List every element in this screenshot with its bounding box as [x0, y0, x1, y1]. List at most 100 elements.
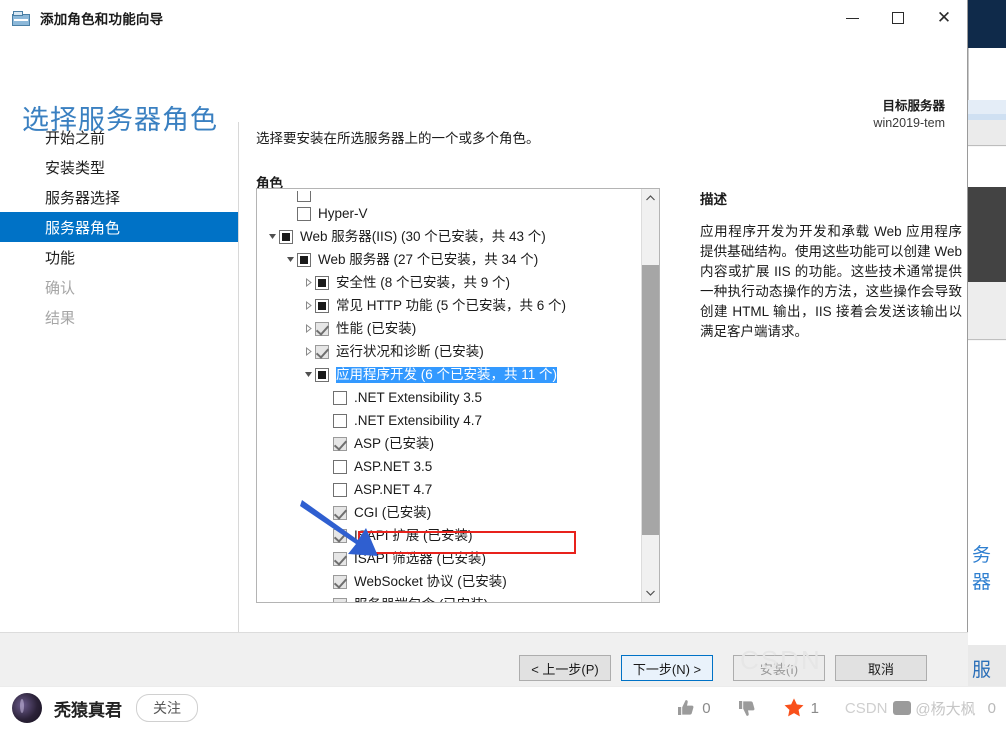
- comment-icon[interactable]: [893, 701, 912, 715]
- checkbox-mixed[interactable]: [315, 275, 329, 290]
- checkbox-checked[interactable]: [333, 551, 347, 566]
- tree-row[interactable]: [257, 191, 641, 202]
- nav-item-0[interactable]: 开始之前: [0, 122, 238, 152]
- expander-collapsed-icon[interactable]: [301, 301, 315, 310]
- nav-item-2[interactable]: 服务器选择: [0, 182, 238, 212]
- install-button[interactable]: 安装(I): [733, 655, 825, 681]
- tree-row-label: .NET Extensibility 4.7: [354, 412, 483, 428]
- checkbox-unchecked[interactable]: [333, 413, 347, 428]
- description-text: 应用程序开发为开发和承载 Web 应用程序提供基础结构。使用这些功能可以创建 W…: [700, 224, 962, 339]
- tree-row[interactable]: ASP.NET 4.7: [257, 478, 641, 501]
- tree-scrollbar[interactable]: [641, 189, 659, 602]
- checkbox-mixed[interactable]: [297, 252, 311, 267]
- dialog-body: 开始之前 安装类型 服务器选择 服务器角色 功能 确认 结果 选择要安装在所选服务器上的一个…: [0, 122, 967, 640]
- expander-expanded-icon[interactable]: [283, 255, 297, 264]
- checkbox-checked[interactable]: [315, 321, 329, 336]
- background-dark-block: [968, 187, 1006, 282]
- cancel-button[interactable]: 取消: [835, 655, 927, 681]
- checkbox-checked[interactable]: [333, 505, 347, 520]
- wizard-icon: [12, 10, 30, 26]
- checkbox-checked[interactable]: [333, 436, 347, 451]
- tree-row[interactable]: Hyper-V: [257, 202, 641, 225]
- checkbox-checked[interactable]: [333, 528, 347, 543]
- thumbs-up-icon[interactable]: [676, 698, 696, 718]
- main-content: 选择要安装在所选服务器上的一个或多个角色。 角色 Hyper-V Web 服务器(…: [256, 122, 962, 640]
- checkbox-checked[interactable]: [333, 597, 347, 602]
- checkbox-checked[interactable]: [333, 574, 347, 589]
- expander-collapsed-icon[interactable]: [301, 324, 315, 333]
- tree-row[interactable]: 安全性 (8 个已安装，共 9 个): [257, 271, 641, 294]
- checkbox-unchecked[interactable]: [333, 390, 347, 405]
- tree-row[interactable]: 常见 HTTP 功能 (5 个已安装，共 6 个): [257, 294, 641, 317]
- nav-item-label: 结果: [45, 309, 76, 327]
- favorite-group[interactable]: 1: [783, 697, 819, 719]
- target-server-label: 目标服务器: [882, 99, 945, 113]
- tree-row-label: 运行状况和诊断 (已安装): [336, 343, 484, 359]
- tree-row-label: 性能 (已安装): [336, 320, 417, 336]
- tree-row-label: Hyper-V: [318, 205, 368, 221]
- tree-row[interactable]: .NET Extensibility 4.7: [257, 409, 641, 432]
- tree-row-label: 服务器端包含 (已安装): [354, 597, 488, 603]
- add-roles-wizard-dialog: 添加角色和功能向导 ✕ 选择服务器角色 目标服务器 win2019-tem 开始…: [0, 0, 968, 710]
- nav-item-1[interactable]: 安装类型: [0, 152, 238, 182]
- background-white-2: [968, 341, 1006, 686]
- avatar[interactable]: [12, 693, 42, 723]
- dialog-footer: < 上一步(P) 下一步(N) > 安装(I) 取消: [0, 632, 968, 686]
- tree-row-label: 应用程序开发 (6 个已安装，共 11 个): [336, 366, 558, 383]
- nav-item-4[interactable]: 功能: [0, 242, 238, 272]
- checkbox-unchecked[interactable]: [297, 191, 311, 202]
- tree-row[interactable]: ISAPI 扩展 (已安装): [257, 524, 641, 547]
- background-white-1: [968, 147, 1006, 187]
- thumbs-down-icon[interactable]: [737, 698, 757, 718]
- tree-row[interactable]: ASP.NET 3.5: [257, 455, 641, 478]
- tree-row-label: ISAPI 筛选器 (已安装): [354, 550, 487, 566]
- checkbox-unchecked[interactable]: [333, 459, 347, 474]
- follow-button[interactable]: 关注: [136, 694, 198, 722]
- scroll-down-icon[interactable]: [642, 584, 659, 602]
- tree-row[interactable]: 应用程序开发 (6 个已安装，共 11 个): [257, 363, 641, 386]
- dislike-group[interactable]: [737, 698, 757, 718]
- checkbox-unchecked[interactable]: [333, 482, 347, 497]
- scrollbar-thumb[interactable]: [642, 265, 659, 535]
- checkbox-mixed[interactable]: [315, 298, 329, 313]
- nav-item-6: 结果: [0, 302, 238, 332]
- tree-row[interactable]: CGI (已安装): [257, 501, 641, 524]
- tree-row[interactable]: WebSocket 协议 (已安装): [257, 570, 641, 593]
- checkbox-mixed[interactable]: [315, 367, 329, 382]
- maximize-button[interactable]: [875, 0, 921, 36]
- star-icon[interactable]: [783, 697, 805, 719]
- next-button[interactable]: 下一步(N) >: [621, 655, 713, 681]
- close-button[interactable]: ✕: [921, 0, 967, 36]
- checkbox-unchecked[interactable]: [297, 206, 311, 221]
- scroll-up-icon[interactable]: [642, 189, 659, 207]
- title-bar: 添加角色和功能向导 ✕: [0, 0, 967, 36]
- background-light-block: [968, 282, 1006, 340]
- expander-collapsed-icon[interactable]: [301, 347, 315, 356]
- tree-row-label: 安全性 (8 个已安装，共 9 个): [336, 274, 511, 290]
- wizard-step-nav: 开始之前 安装类型 服务器选择 服务器角色 功能 确认 结果: [0, 122, 238, 640]
- roles-tree-rows: Hyper-V Web 服务器(IIS) (30 个已安装，共 43 个) Web …: [257, 189, 641, 602]
- tree-row[interactable]: 服务器端包含 (已安装): [257, 593, 641, 602]
- background-strip-c: [968, 120, 1006, 146]
- like-count: 0: [702, 699, 711, 717]
- expander-collapsed-icon[interactable]: [301, 278, 315, 287]
- instruction-text: 选择要安装在所选服务器上的一个或多个角色。: [256, 131, 540, 146]
- minimize-button[interactable]: [829, 0, 875, 36]
- checkbox-checked[interactable]: [315, 344, 329, 359]
- nav-item-label: 开始之前: [45, 129, 106, 147]
- previous-button[interactable]: < 上一步(P): [519, 655, 611, 681]
- nav-item-3[interactable]: 服务器角色: [0, 212, 238, 242]
- checkbox-mixed[interactable]: [279, 229, 293, 244]
- tree-row[interactable]: .NET Extensibility 3.5: [257, 386, 641, 409]
- tree-row[interactable]: ASP (已安装): [257, 432, 641, 455]
- expander-expanded-icon[interactable]: [265, 232, 279, 241]
- expander-expanded-icon[interactable]: [301, 370, 315, 379]
- tree-row[interactable]: Web 服务器(IIS) (30 个已安装，共 43 个): [257, 225, 641, 248]
- tree-row[interactable]: 运行状况和诊断 (已安装): [257, 340, 641, 363]
- roles-tree[interactable]: Hyper-V Web 服务器(IIS) (30 个已安装，共 43 个) Web …: [256, 188, 660, 603]
- tree-row[interactable]: Web 服务器 (27 个已安装，共 34 个): [257, 248, 641, 271]
- tree-row[interactable]: 性能 (已安装): [257, 317, 641, 340]
- tree-row-label: Web 服务器 (27 个已安装，共 34 个): [318, 251, 539, 267]
- tree-row[interactable]: ISAPI 筛选器 (已安装): [257, 547, 641, 570]
- like-group[interactable]: 0: [676, 698, 711, 718]
